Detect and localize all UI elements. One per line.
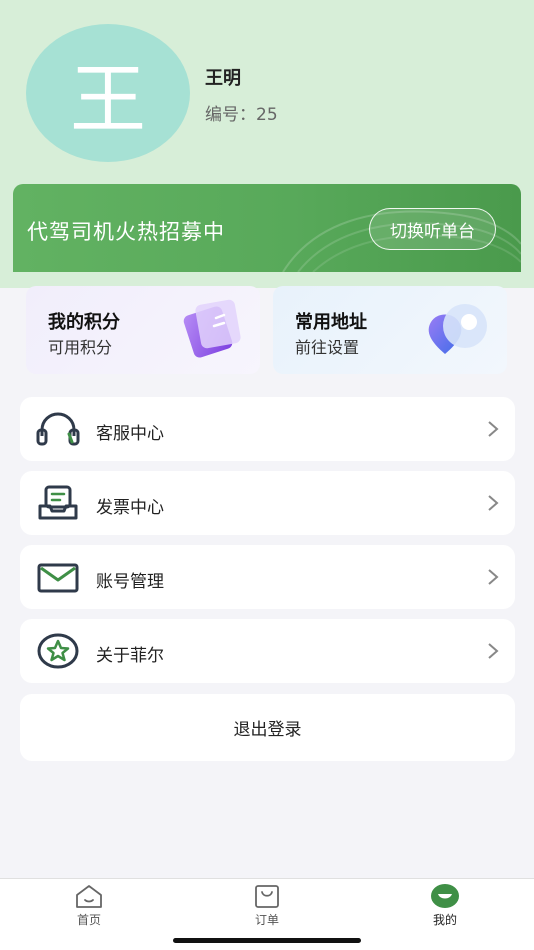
bag-icon — [255, 885, 279, 908]
home-icon — [76, 885, 102, 908]
menu-invoice-center[interactable]: 发票中心 — [20, 471, 515, 535]
recruit-banner[interactable]: 代驾司机火热招募中 切换听单台 — [13, 184, 521, 272]
tab-label: 我的 — [432, 913, 457, 927]
user-id: 编号：25 — [205, 100, 278, 125]
menu-account-management[interactable]: 账号管理 — [20, 545, 515, 609]
user-name: 王明 — [205, 68, 241, 89]
menu-label: 发票中心 — [96, 498, 164, 518]
mail-icon — [37, 563, 79, 593]
points-icon — [183, 299, 241, 358]
tab-mine[interactable]: 我的 — [410, 883, 480, 928]
tab-label: 首页 — [76, 913, 101, 927]
points-card[interactable]: 我的积分 可用积分 — [26, 286, 260, 374]
avatar-initial: 王 — [70, 55, 146, 144]
smile-icon — [431, 884, 459, 908]
address-card[interactable]: 常用地址 前往设置 — [273, 286, 507, 374]
chevron-right-icon — [488, 495, 499, 511]
chevron-right-icon — [488, 643, 499, 659]
tab-orders[interactable]: 订单 — [232, 883, 302, 928]
logout-button[interactable]: 退出登录 — [20, 694, 515, 761]
address-card-subtitle: 前往设置 — [295, 338, 360, 357]
user-id-value: 25 — [256, 105, 278, 125]
points-card-title: 我的积分 — [48, 312, 120, 333]
invoice-icon — [38, 485, 78, 520]
address-card-title: 常用地址 — [295, 312, 367, 333]
avatar[interactable]: 王 — [26, 24, 190, 162]
chevron-right-icon — [488, 421, 499, 437]
banner-title: 代驾司机火热招募中 — [27, 220, 225, 244]
points-card-subtitle: 可用积分 — [48, 338, 113, 357]
menu-about[interactable]: 关于菲尔 — [20, 619, 515, 683]
home-indicator — [173, 938, 361, 943]
switch-console-button[interactable]: 切换听单台 — [369, 208, 496, 250]
user-id-label: 编号： — [205, 105, 256, 125]
star-badge-icon — [37, 633, 79, 669]
tab-home[interactable]: 首页 — [54, 883, 124, 928]
menu-label: 客服中心 — [96, 424, 164, 444]
tab-label: 订单 — [254, 913, 279, 927]
menu-label: 关于菲尔 — [96, 646, 164, 666]
menu-customer-service[interactable]: 客服中心 — [20, 397, 515, 461]
chevron-right-icon — [488, 569, 499, 585]
headset-icon — [36, 412, 80, 446]
location-pin-icon — [428, 304, 487, 354]
menu-label: 账号管理 — [96, 572, 164, 592]
